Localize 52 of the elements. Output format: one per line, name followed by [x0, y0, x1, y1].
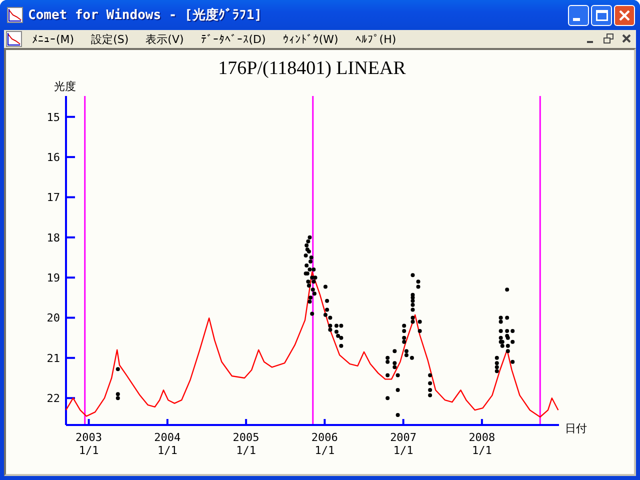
tick-label: 20	[46, 312, 60, 325]
tick-label: 15	[46, 110, 60, 124]
restore-icon[interactable]	[602, 32, 616, 46]
tick-label: 16	[46, 151, 60, 164]
data-point	[392, 349, 397, 354]
data-point	[418, 320, 422, 324]
close-button[interactable]	[614, 4, 635, 26]
tick-label: 22	[46, 392, 60, 406]
data-point	[396, 412, 400, 417]
window-title: Comet for Windows - [光度ｸﾞﾗﾌ1]	[28, 6, 264, 24]
tick-label: 2004 1/1	[154, 431, 181, 457]
data-point	[116, 367, 120, 372]
chart-title: 176P/(118401) LINEAR	[218, 58, 406, 79]
data-point	[323, 284, 328, 289]
tick-label: 19	[46, 272, 60, 285]
tick-label: 2003 1/1	[76, 431, 102, 457]
menu-item[interactable]: ﾒﾆｭｰ(M)	[32, 32, 74, 46]
menu-item[interactable]: 表示(V)	[146, 32, 184, 46]
data-point	[428, 373, 432, 378]
data-point	[428, 381, 432, 386]
data-point	[396, 373, 400, 378]
menu-item[interactable]: ﾍﾙﾌﾟ(H)	[355, 32, 396, 46]
data-point	[498, 329, 503, 333]
data-point	[386, 373, 390, 378]
maximize-icon	[596, 10, 608, 20]
menu-item[interactable]: 設定(S)	[91, 32, 129, 46]
tick-label: 2008 1/1	[468, 431, 496, 457]
tick-label: 18	[46, 231, 60, 244]
tick-label: 2005 1/1	[232, 431, 260, 457]
close-icon	[619, 10, 630, 20]
menu-item[interactable]: ﾃﾞｰﾀﾍﾞｰｽ(D)	[200, 32, 266, 46]
chart-icon	[7, 7, 23, 23]
tick-label: 17	[46, 191, 60, 204]
data-point	[505, 288, 510, 292]
tick-label: 21	[46, 352, 60, 365]
data-point	[505, 316, 510, 320]
data-point	[510, 360, 515, 364]
minimize-button[interactable]	[568, 4, 589, 26]
data-point	[325, 298, 330, 303]
data-point	[310, 312, 314, 316]
data-point	[396, 388, 400, 392]
data-point	[339, 344, 344, 348]
tick-label: 2006 1/1	[311, 431, 338, 457]
axis-label: 日付	[565, 422, 587, 435]
data-point	[418, 329, 422, 333]
menu-item[interactable]: ｳｨﾝﾄﾞｳ(W)	[282, 32, 338, 46]
data-point	[410, 273, 415, 278]
data-point	[386, 396, 390, 400]
maximize-button[interactable]	[591, 4, 612, 26]
minimize-icon	[573, 18, 580, 20]
tick-label: 2007 1/1	[390, 431, 417, 457]
axis-label: 光度	[54, 80, 76, 93]
